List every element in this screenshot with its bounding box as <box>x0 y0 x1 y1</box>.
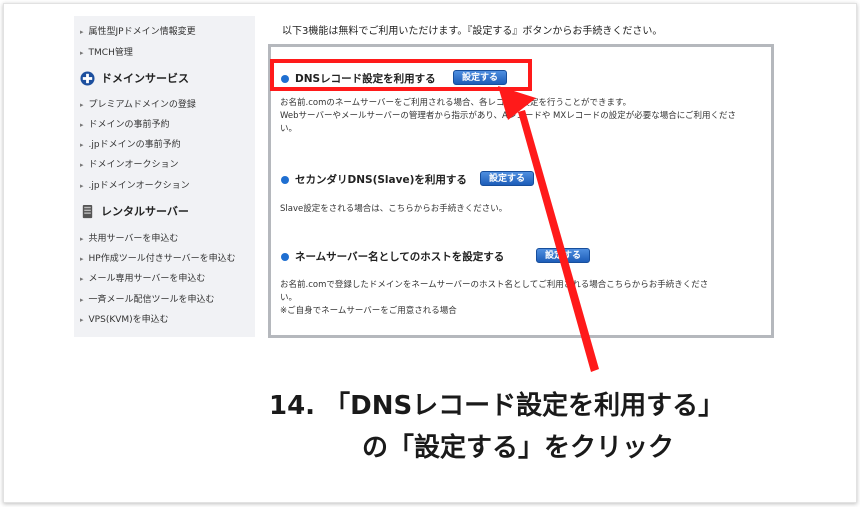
sidebar-item-jp-auction[interactable]: ▸ .jpドメインオークション <box>80 178 190 191</box>
secondary-dns-setup-button[interactable]: 設定する <box>480 171 535 186</box>
desc-line: お名前.comで登録したドメインをネームサーバーのホスト名としてご利用される場合… <box>280 280 709 290</box>
sidebar-item-label: 一斉メール配信ツールを申込む <box>88 295 215 305</box>
section-host-nameserver-desc: お名前.comで登録したドメインをネームサーバーのホスト名としてご利用される場合… <box>280 279 708 318</box>
section-host-nameserver-title: ネームサーバー名としてのホストを設定する <box>281 249 504 264</box>
sidebar-item-label: .jpドメインの事前予約 <box>88 140 181 150</box>
sidebar-item-label: メール専用サーバーを申込む <box>88 274 206 284</box>
sidebar-item-label: 属性型JPドメイン情報変更 <box>88 27 196 37</box>
sidebar-item-tmch[interactable]: ▸ TMCH管理 <box>80 45 133 58</box>
sidebar: ▸ 属性型JPドメイン情報変更 ▸ TMCH管理 ドメインサービス ▸ プレミアムドメ… <box>74 16 255 337</box>
bullet-icon: ▸ <box>80 28 84 36</box>
section-secondary-dns-title: セカンダリDNS(Slave)を利用する <box>281 172 467 187</box>
bullet-icon: ▸ <box>80 296 84 304</box>
intro-text: 以下3機能は無料でご利用いただけます。『設定する』ボタンからお手続きください。 <box>282 26 663 37</box>
bullet-icon: ▸ <box>80 235 84 243</box>
sidebar-item-label: VPS(KVM)を申込む <box>88 315 169 325</box>
bullet-icon: ▸ <box>80 141 84 149</box>
sidebar-item-label: 共用サーバーを申込む <box>88 234 179 244</box>
bullet-icon: ▸ <box>80 275 84 283</box>
sidebar-item-jp-attribute[interactable]: ▸ 属性型JPドメイン情報変更 <box>80 24 196 37</box>
bullet-icon <box>281 175 289 184</box>
sidebar-item-premium[interactable]: ▸ プレミアムドメインの登録 <box>80 97 196 110</box>
sidebar-item-vps[interactable]: ▸ VPS(KVM)を申込む <box>80 312 169 325</box>
desc-line: Webサーバーやメールサーバーの管理者から指示があり、Aレコードや MXレコード… <box>280 111 737 121</box>
server-icon <box>82 204 93 218</box>
host-nameserver-setup-button[interactable]: 設定する <box>536 248 591 263</box>
plus-circle-icon <box>80 70 95 86</box>
caption-line-1: 14. 「DNSレコード設定を利用する」 <box>269 391 725 421</box>
bullet-icon <box>281 252 289 261</box>
sidebar-item-bulk-mail[interactable]: ▸ 一斉メール配信ツールを申込む <box>80 292 215 305</box>
bullet-icon: ▸ <box>80 101 84 109</box>
caption-line-2: の「設定する」をクリック <box>362 433 675 463</box>
bullet-icon: ▸ <box>80 316 84 324</box>
sidebar-item-jp-preorder[interactable]: ▸ .jpドメインの事前予約 <box>80 137 181 150</box>
bullet-icon: ▸ <box>80 121 84 129</box>
bullet-icon: ▸ <box>80 161 84 169</box>
sidebar-section-server: レンタルサーバー <box>80 203 189 219</box>
sidebar-item-mail-server[interactable]: ▸ メール専用サーバーを申込む <box>80 271 205 284</box>
sidebar-item-hp-server[interactable]: ▸ HP作成ツール付きサーバーを申込む <box>80 251 236 264</box>
sidebar-item-label: TMCH管理 <box>88 48 133 58</box>
desc-line: Slave設定をされる場合は、こちらからお手続きください。 <box>280 204 508 214</box>
section-title: ドメインサービス <box>101 72 189 85</box>
sidebar-item-label: .jpドメインオークション <box>88 181 190 191</box>
sidebar-item-label: HP作成ツール付きサーバーを申込む <box>88 254 236 264</box>
sidebar-item-preorder[interactable]: ▸ ドメインの事前予約 <box>80 117 170 130</box>
desc-line: い。 <box>280 293 298 303</box>
section-title: レンタルサーバー <box>101 205 189 218</box>
desc-line: い。 <box>280 124 298 134</box>
bullet-icon: ▸ <box>80 49 84 57</box>
sidebar-item-auction[interactable]: ▸ ドメインオークション <box>80 157 179 170</box>
desc-line: ※ご自身でネームサーバーをご用意される場合 <box>280 306 457 316</box>
sidebar-item-label: ドメインの事前予約 <box>88 120 170 130</box>
section-title-text: ネームサーバー名としてのホストを設定する <box>295 251 505 263</box>
section-title-text: セカンダリDNS(Slave)を利用する <box>295 174 467 186</box>
section-secondary-dns-desc: Slave設定をされる場合は、こちらからお手続きください。 <box>280 203 507 216</box>
sidebar-item-label: プレミアムドメインの登録 <box>88 100 196 110</box>
sidebar-section-domain: ドメインサービス <box>80 70 189 86</box>
desc-line: お名前.comのネームサーバーをご利用される場合、各レコード設定を行うことができ… <box>280 98 632 108</box>
bullet-icon: ▸ <box>80 255 84 263</box>
sidebar-item-shared-server[interactable]: ▸ 共用サーバーを申込む <box>80 231 178 244</box>
section-dns-record-desc: お名前.comのネームサーバーをご利用される場合、各レコード設定を行うことができ… <box>280 97 736 136</box>
highlight-box <box>270 59 532 91</box>
bullet-icon: ▸ <box>80 182 84 190</box>
sidebar-item-label: ドメインオークション <box>88 160 179 170</box>
